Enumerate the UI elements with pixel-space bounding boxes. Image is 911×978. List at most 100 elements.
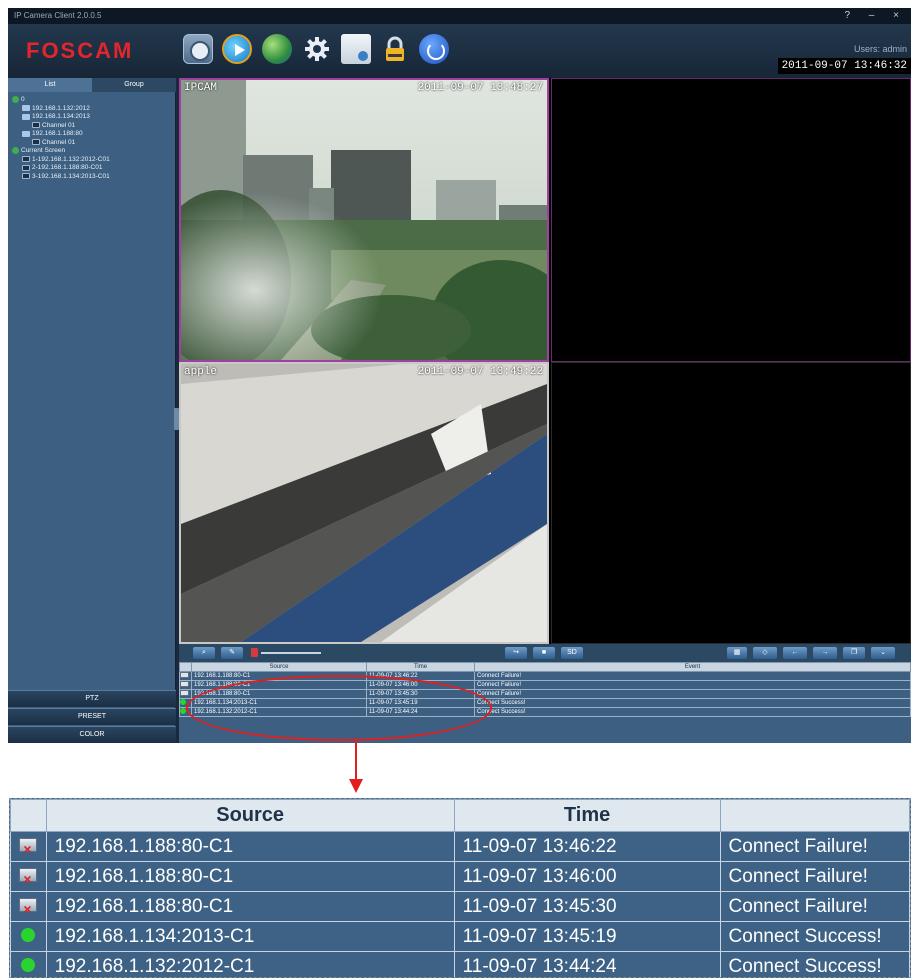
- log-row[interactable]: 192.168.1.188:80-C111-09-07 13:45:30Conn…: [10, 891, 910, 922]
- log-event-cell: Connect Failure!: [719, 891, 910, 922]
- record-icon[interactable]: [341, 34, 371, 64]
- layout-grid-icon[interactable]: ▦: [727, 647, 747, 659]
- status-cell: [10, 861, 47, 892]
- tree-node-label: 2-192.168.1.188:80-C01: [32, 164, 103, 172]
- tree-node[interactable]: 192.168.1.188:80: [12, 130, 172, 139]
- tree-node-label: Channel 01: [42, 121, 76, 129]
- channel-icon: [32, 122, 40, 128]
- tree-node-label: 0: [21, 96, 25, 104]
- highlight-ellipse: [186, 675, 492, 741]
- device-sidebar: List Group 0 192.168.1.132:2012 192.168.1.…: [8, 78, 176, 743]
- log-source-cell: 192.168.1.188:80-C1: [45, 891, 455, 922]
- disconnected-icon: [180, 690, 189, 696]
- log-row[interactable]: 192.168.1.188:80-C111-09-07 13:46:00Conn…: [10, 861, 910, 892]
- log-event-cell: Connect Failure!: [719, 831, 910, 862]
- wrench-icon[interactable]: ✎: [221, 647, 243, 659]
- camera-name-osd: apple: [184, 366, 218, 378]
- playback-icon[interactable]: [222, 34, 252, 64]
- tree-node[interactable]: 192.168.1.132:2012: [12, 105, 172, 114]
- ptz-button[interactable]: PTZ: [8, 690, 176, 707]
- event-column-header[interactable]: Event: [474, 662, 911, 672]
- disconnected-icon: [180, 672, 189, 678]
- tree-node[interactable]: Channel 01: [12, 122, 172, 131]
- camera-feed-window: [181, 364, 547, 642]
- tab-group[interactable]: Group: [92, 78, 176, 92]
- log-time-cell: 11-09-07 13:45:19: [453, 921, 721, 952]
- window-title: IP Camera Client 2.0.0.5: [14, 11, 102, 20]
- log-row[interactable]: 192.168.1.134:2013-C1 11-09-07 13:45:19 Co…: [10, 921, 910, 952]
- disconnected-icon: [19, 897, 38, 916]
- tree-node[interactable]: 2-192.168.1.188:80-C01: [12, 164, 172, 173]
- connected-icon: [21, 927, 36, 942]
- tree-node[interactable]: 0: [12, 96, 172, 105]
- globe-icon: [12, 147, 19, 155]
- tree-node[interactable]: 3-192.168.1.134:2013-C01: [12, 173, 172, 182]
- source-column-header: Source: [45, 799, 455, 832]
- tree-node[interactable]: 1-192.168.1.132:2012-C01: [12, 156, 172, 165]
- channel-icon: [22, 156, 30, 163]
- camera-icon: [22, 130, 30, 137]
- tree-node-label: 192.168.1.134:2013: [32, 113, 90, 121]
- status-cell: [179, 689, 192, 699]
- status-column-header: [179, 662, 192, 672]
- zoom-icon[interactable]: ⌕: [193, 647, 215, 659]
- callout-arrow: [355, 741, 357, 781]
- log-source-cell: 192.168.1.132:2012-C1: [45, 951, 455, 977]
- video-cell-3[interactable]: apple 2011-09-07 13:49:22: [179, 362, 549, 644]
- camera-timestamp-osd: 2011-09-07 13:48:27: [417, 82, 543, 94]
- talk-icon[interactable]: ↪: [505, 647, 527, 659]
- volume-icon[interactable]: [251, 648, 258, 657]
- video-cell-2[interactable]: [551, 78, 911, 362]
- log-time-cell: 11-09-07 13:45:30: [453, 891, 721, 922]
- camera-timestamp-osd: 2011-09-07 13:49:22: [417, 366, 543, 378]
- log-row[interactable]: 192.168.1.188:80-C111-09-07 13:46:22Conn…: [10, 831, 910, 862]
- log-source-cell: 192.168.1.134:2013-C1: [45, 921, 455, 952]
- log-source-cell: 192.168.1.188:80-C1: [45, 861, 455, 892]
- status-cell: [179, 680, 192, 690]
- volume-slider[interactable]: [261, 652, 321, 654]
- log-time-cell: 11-09-07 13:46:00: [453, 861, 721, 892]
- tree-node[interactable]: Channel 01: [12, 139, 172, 148]
- time-column-header: Time: [453, 799, 721, 832]
- channel-icon: [22, 173, 30, 180]
- log-event-cell: Connect Failure!: [474, 680, 911, 690]
- chevron-down-icon[interactable]: ⌄: [871, 647, 895, 659]
- tree-node[interactable]: Current Screen: [12, 147, 172, 156]
- source-column-header[interactable]: Source: [191, 662, 367, 672]
- status-cell: [10, 951, 47, 977]
- video-cell-4[interactable]: [551, 362, 911, 644]
- connected-icon: [21, 957, 36, 972]
- time-column-header[interactable]: Time: [366, 662, 475, 672]
- tab-list[interactable]: List: [8, 78, 92, 92]
- color-button[interactable]: COLOR: [8, 726, 176, 743]
- tree-node-label: Channel 01: [42, 138, 76, 146]
- arrow-right-icon[interactable]: →: [813, 647, 837, 659]
- log-event-cell: Connect Success!: [719, 921, 910, 952]
- disconnected-icon: [180, 681, 189, 687]
- foscam-logo: FOSCAM: [26, 38, 134, 63]
- window-controls[interactable]: ? – ×: [844, 8, 907, 24]
- arrow-left-icon[interactable]: ←: [783, 647, 807, 659]
- settings-icon[interactable]: [302, 34, 332, 64]
- app-header: FOSCAM Users: admin 2011-09-07 13:46:32: [8, 24, 911, 78]
- map-icon[interactable]: [262, 34, 292, 64]
- snapshot-icon[interactable]: ■: [533, 647, 555, 659]
- center-icon[interactable]: ◇: [753, 647, 777, 659]
- power-icon[interactable]: [419, 34, 449, 64]
- log-event-cell: Connect Success!: [719, 951, 910, 977]
- log-source-cell: 192.168.1.188:80-C1: [45, 831, 455, 862]
- log-row[interactable]: 192.168.1.132:2012-C1 11-09-07 13:44:24 Co…: [10, 951, 910, 977]
- window-icon[interactable]: ❐: [843, 647, 865, 659]
- camera-icon: [22, 105, 30, 111]
- lock-icon[interactable]: [380, 34, 410, 64]
- tree-node-label: 1-192.168.1.132:2012-C01: [32, 155, 110, 163]
- zoomed-event-log: Source Time 192.168.1.188:80-C111-09-07 …: [9, 798, 911, 978]
- status-cell: [10, 831, 47, 862]
- status-cell: [179, 671, 192, 681]
- video-cell-1[interactable]: IPCAM 2011-09-07 13:48:27: [179, 78, 549, 362]
- sd-button[interactable]: SD: [561, 647, 583, 659]
- tree-node[interactable]: 192.168.1.134:2013: [12, 113, 172, 122]
- live-view-icon[interactable]: [183, 34, 213, 64]
- preset-button[interactable]: PRESET: [8, 708, 176, 725]
- camera-client-window: IP Camera Client 2.0.0.5 ? – × FOSCAM Us…: [8, 8, 911, 743]
